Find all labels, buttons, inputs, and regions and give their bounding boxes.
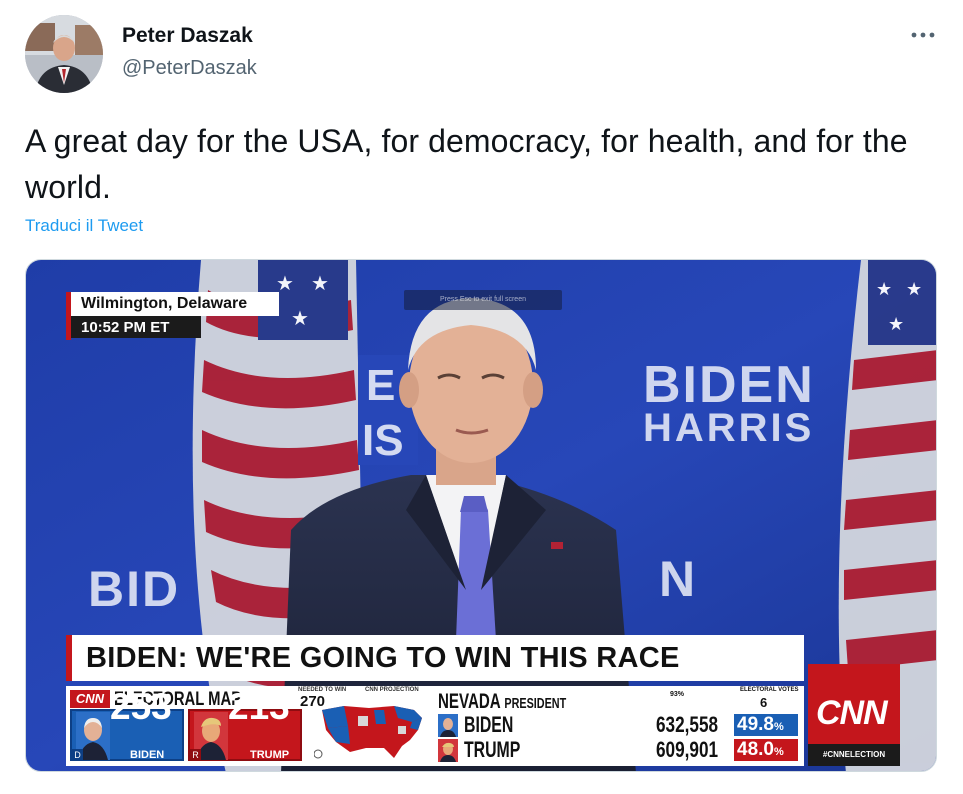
candidate-percent: 49.8%: [734, 714, 798, 736]
cnn-network-logo: CNN #CNNELECTION: [808, 664, 900, 766]
translate-tweet-link[interactable]: Traduci il Tweet: [25, 216, 143, 236]
candidate-row-biden: BIDEN 632,558 49.8%: [438, 712, 804, 738]
author-name[interactable]: Peter Daszak: [122, 24, 253, 48]
candidate-percent: 48.0%: [734, 739, 798, 761]
backdrop-bid-text: BID: [88, 561, 181, 617]
democrat-badge: D: [72, 749, 83, 761]
state-electoral-votes-value: 6: [760, 695, 768, 710]
candidate-votes: 609,901: [656, 737, 719, 762]
more-options-button[interactable]: [906, 18, 940, 52]
candidate-row-trump: TRUMP 609,901 48.0%: [438, 737, 804, 763]
avatar[interactable]: [25, 15, 103, 93]
biden-thumb-icon: [438, 714, 458, 737]
us-map-icon: [314, 706, 422, 759]
tweet-media-image[interactable]: ★ ★ ★ ★ ★ ★ E IS Press Esc to exit full …: [25, 259, 937, 772]
candidate-name: BIDEN: [464, 712, 514, 737]
percent-sign: %: [773, 721, 784, 733]
state-electoral-votes-label: ELECTORAL VOTES: [740, 687, 799, 693]
ellipsis-icon: [911, 32, 935, 38]
biden-electoral-votes: 253: [110, 686, 172, 727]
svg-text:★: ★: [906, 279, 922, 299]
author-handle[interactable]: @PeterDaszak: [122, 57, 257, 80]
news-headline: BIDEN: WE'RE GOING TO WIN THIS RACE: [66, 635, 804, 681]
biden-label: BIDEN: [130, 749, 165, 761]
trump-label: TRUMP: [250, 749, 290, 761]
trump-electoral-votes: 213: [228, 686, 290, 727]
projection-label: CNN PROJECTION: [365, 687, 419, 693]
svg-text:★: ★: [291, 308, 309, 330]
location-bug: Wilmington, Delaware 10:52 PM ET: [66, 292, 279, 340]
republican-badge: R: [190, 749, 201, 761]
cnn-hashtag: #CNNELECTION: [808, 744, 900, 766]
candidate-name: TRUMP: [464, 737, 521, 762]
profile-photo-icon: [25, 15, 103, 93]
office-name: PRESIDENT: [504, 695, 567, 712]
backdrop-n-text: N: [659, 551, 698, 607]
reporting-percent: 93%: [670, 691, 685, 698]
location-time: 10:52 PM ET: [71, 316, 201, 338]
cnn-small-logo: CNN: [70, 690, 110, 708]
candidate-percent-value: 48.0: [737, 739, 774, 760]
tweet-text: A great day for the USA, for democracy, …: [25, 123, 908, 205]
percent-sign: %: [773, 746, 784, 758]
svg-text:★: ★: [888, 314, 904, 334]
backdrop-harris-text: HARRIS: [643, 406, 815, 450]
tweet-card: Peter Daszak @PeterDaszak A great day fo…: [0, 0, 963, 794]
svg-text:★: ★: [876, 279, 892, 299]
fullscreen-hint: Press Esc to exit full screen: [404, 290, 562, 310]
cnn-logo-text: CNN: [816, 694, 888, 732]
trump-thumb-icon: [438, 739, 458, 762]
svg-text:E: E: [366, 361, 395, 410]
svg-text:IS: IS: [362, 416, 404, 465]
state-title: NEVADA PRESIDENT: [438, 690, 566, 714]
state-name: NEVADA: [438, 690, 501, 713]
candidate-percent-value: 49.8: [737, 714, 774, 735]
location-place: Wilmington, Delaware: [71, 292, 279, 316]
svg-text:★: ★: [311, 273, 329, 295]
election-ticker: CNN ELECTORAL MAP NEEDED TO WIN 270 253 …: [66, 686, 804, 766]
candidate-votes: 632,558: [656, 712, 719, 737]
